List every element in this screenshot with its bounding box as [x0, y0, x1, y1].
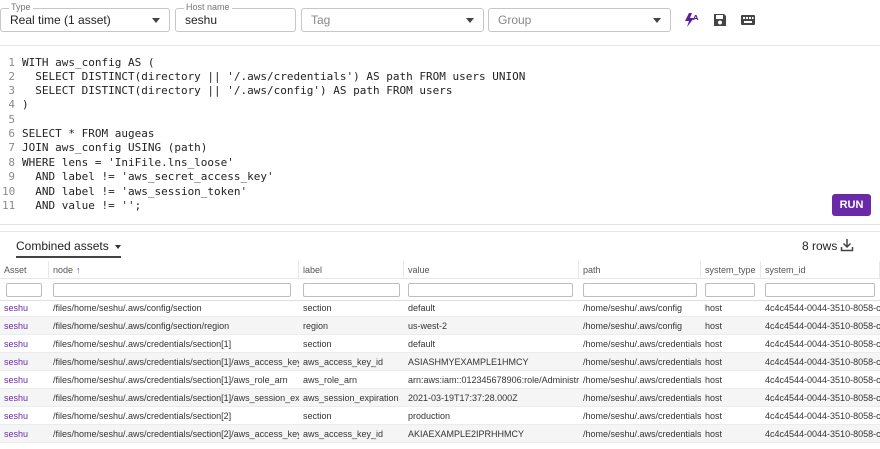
results-header: Combined assets 8 rows — [0, 231, 880, 261]
host-name-label: Host name — [184, 2, 232, 12]
table-row[interactable]: seshu /files/home/seshu/.aws/credentials… — [0, 335, 880, 353]
table-row[interactable]: seshu /files/home/seshu/.aws/config/sect… — [0, 299, 880, 317]
table-row[interactable]: seshu /files/home/seshu/.aws/credentials… — [0, 353, 880, 371]
rows-count: 8 rows — [802, 239, 838, 253]
host-name-value: seshu — [185, 13, 218, 27]
column-header-system-id[interactable]: system_id — [761, 261, 880, 278]
value-filter-input[interactable] — [408, 283, 573, 297]
chevron-down-icon — [152, 18, 160, 23]
column-header-label[interactable]: label — [299, 261, 404, 278]
host-name-field[interactable]: Host name seshu — [175, 2, 296, 32]
save-icon[interactable] — [711, 11, 729, 29]
type-value: Real time (1 asset) — [10, 13, 111, 27]
filter-toolbar: Type Real time (1 asset) Host name seshu… — [0, 0, 880, 44]
column-header-value[interactable]: value — [404, 261, 579, 278]
chevron-down-icon — [466, 18, 474, 23]
system-id-filter-input[interactable] — [765, 283, 875, 297]
combined-assets-tab[interactable]: Combined assets — [16, 239, 121, 258]
group-placeholder: Group — [498, 13, 532, 27]
download-icon[interactable] — [840, 238, 854, 252]
asset-filter-input[interactable] — [6, 283, 42, 297]
column-header-system-type[interactable]: system_type — [701, 261, 761, 278]
type-select[interactable]: Type Real time (1 asset) — [0, 2, 170, 32]
tag-placeholder: Tag — [311, 13, 331, 27]
table-row[interactable]: seshu /files/home/seshu/.aws/credentials… — [0, 389, 880, 407]
keyboard-icon[interactable] — [739, 11, 757, 29]
label-filter-input[interactable] — [303, 283, 400, 297]
column-header-asset[interactable]: Asset — [0, 261, 49, 278]
table-row[interactable]: seshu /files/home/seshu/.aws/credentials… — [0, 407, 880, 425]
svg-text:A: A — [693, 14, 699, 22]
sql-editor[interactable]: 1 WITH aws_config AS ( 2 SELECT DISTINCT(… — [0, 45, 880, 225]
type-label: Type — [9, 2, 33, 12]
table-row[interactable]: seshu /files/home/seshu/.aws/credentials… — [0, 425, 880, 443]
table-row[interactable]: seshu /files/home/seshu/.aws/credentials… — [0, 371, 880, 389]
group-select[interactable]: Group — [488, 8, 671, 32]
lightning-a-icon[interactable]: A — [682, 11, 700, 29]
path-filter-input[interactable] — [583, 283, 697, 297]
column-header-path[interactable]: path — [579, 261, 701, 278]
filter-row — [0, 279, 880, 301]
table-row[interactable]: seshu /files/home/seshu/.aws/config/sect… — [0, 317, 880, 335]
column-header-node[interactable]: node ↑ — [49, 261, 299, 278]
run-button[interactable]: RUN — [832, 194, 871, 216]
caret-down-icon — [114, 244, 121, 249]
system-type-filter-input[interactable] — [705, 283, 755, 297]
sort-ascending-icon: ↑ — [76, 265, 81, 275]
chevron-down-icon — [653, 18, 661, 23]
node-filter-input[interactable] — [53, 283, 291, 297]
table-header: Asset node ↑ label value path system_type… — [0, 261, 880, 279]
tag-select[interactable]: Tag — [301, 8, 484, 32]
combined-assets-label: Combined assets — [16, 239, 109, 253]
